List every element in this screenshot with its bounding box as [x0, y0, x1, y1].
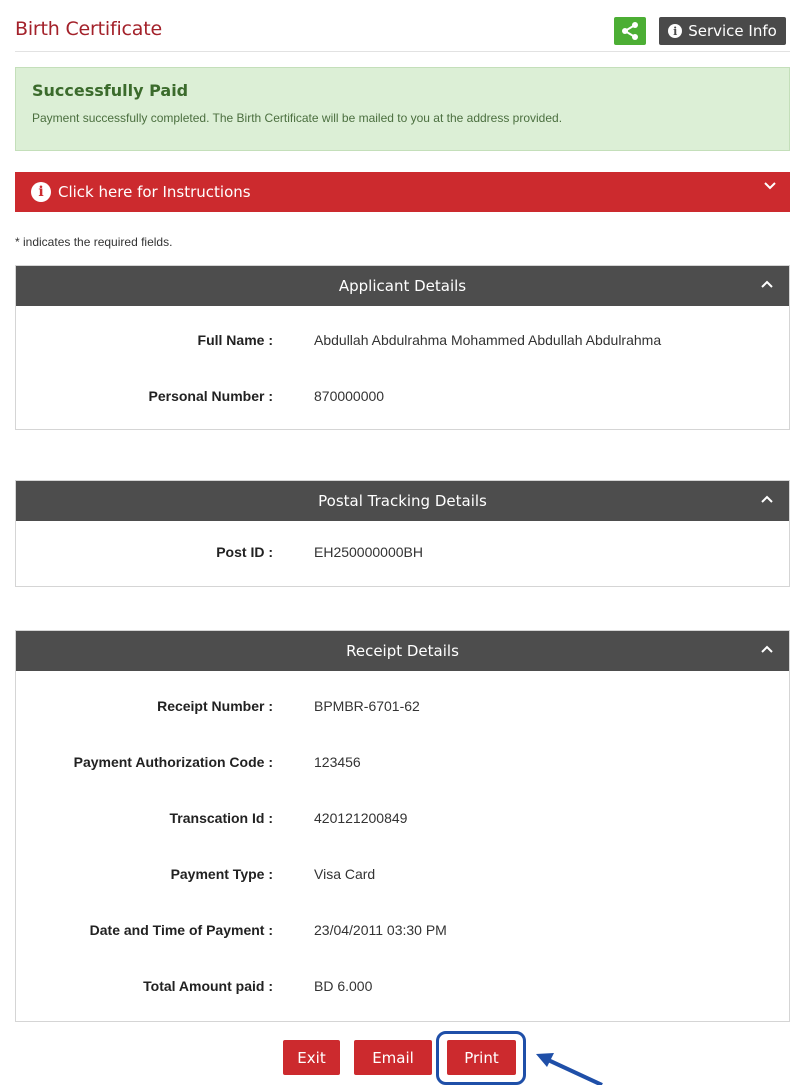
- detail-row-total-amount: Total Amount paid : BD 6.000: [16, 978, 789, 998]
- field-label: Post ID :: [216, 544, 273, 560]
- instructions-toggle[interactable]: i Click here for Instructions: [15, 172, 790, 212]
- field-label: Personal Number :: [148, 388, 273, 404]
- birth-certificate-page: Birth Certificate i Service Info Success…: [0, 0, 802, 1085]
- field-value: 870000000: [314, 388, 385, 404]
- exit-button[interactable]: Exit: [283, 1040, 340, 1075]
- field-label: Full Name :: [197, 332, 273, 348]
- panel-heading: Receipt Details: [346, 642, 459, 660]
- page-title: Birth Certificate: [15, 18, 162, 40]
- detail-row-post-id: Post ID : EH250000000BH: [16, 544, 789, 564]
- field-value: Visa Card: [314, 866, 376, 882]
- field-label: Transcation Id :: [169, 810, 273, 826]
- field-label: Payment Authorization Code :: [73, 754, 273, 770]
- service-info-label: Service Info: [688, 22, 777, 40]
- info-circle-icon: i: [31, 182, 51, 202]
- chevron-up-icon: [761, 277, 773, 293]
- instructions-label: Click here for Instructions: [58, 183, 251, 201]
- field-label: Date and Time of Payment :: [89, 922, 273, 938]
- pointer-arrow-icon: [536, 1053, 603, 1085]
- alert-message: Payment successfully completed. The Birt…: [32, 111, 563, 125]
- field-label: Receipt Number :: [157, 698, 273, 714]
- detail-row-full-name: Full Name : Abdullah Abdulrahma Mohammed…: [16, 332, 789, 352]
- receipt-details-panel: Receipt Details Receipt Number : BPMBR-6…: [15, 630, 790, 1022]
- field-value: 23/04/2011 03:30 PM: [314, 922, 447, 938]
- field-value: Abdullah Abdulrahma Mohammed Abdullah Ab…: [314, 332, 662, 348]
- email-button[interactable]: Email: [354, 1040, 432, 1075]
- detail-row-authorization-code: Payment Authorization Code : 123456: [16, 754, 789, 774]
- service-info-button[interactable]: i Service Info: [659, 17, 786, 45]
- share-button[interactable]: [614, 17, 646, 45]
- required-fields-note: * indicates the required fields.: [15, 235, 173, 249]
- share-icon: [622, 22, 638, 40]
- field-label: Payment Type :: [170, 866, 273, 882]
- field-value: BD 6.000: [314, 978, 373, 994]
- info-icon: i: [668, 24, 683, 38]
- field-value: BPMBR-6701-62: [314, 698, 420, 714]
- detail-row-payment-datetime: Date and Time of Payment : 23/04/2011 03…: [16, 922, 789, 942]
- postal-tracking-panel: Postal Tracking Details Post ID : EH2500…: [15, 480, 790, 587]
- chevron-down-icon: [764, 179, 776, 195]
- postal-tracking-header[interactable]: Postal Tracking Details: [16, 481, 789, 521]
- field-label: Total Amount paid :: [143, 978, 273, 994]
- chevron-up-icon: [761, 492, 773, 508]
- page-header: Birth Certificate i Service Info: [15, 12, 790, 52]
- field-value: 123456: [314, 754, 361, 770]
- field-value: EH250000000BH: [314, 544, 423, 560]
- panel-heading: Postal Tracking Details: [318, 492, 487, 510]
- detail-row-receipt-number: Receipt Number : BPMBR-6701-62: [16, 698, 789, 718]
- field-value: 420121200849: [314, 810, 408, 826]
- success-alert: Successfully Paid Payment successfully c…: [15, 67, 790, 151]
- detail-row-personal-number: Personal Number : 870000000: [16, 388, 789, 408]
- chevron-up-icon: [761, 642, 773, 658]
- print-highlight-box: [436, 1031, 526, 1085]
- panel-heading: Applicant Details: [338, 277, 467, 295]
- applicant-details-header[interactable]: Applicant Details: [16, 266, 789, 306]
- detail-row-payment-type: Payment Type : Visa Card: [16, 866, 789, 886]
- applicant-details-panel: Applicant Details Full Name : Abdullah A…: [15, 265, 790, 430]
- receipt-details-header[interactable]: Receipt Details: [16, 631, 789, 671]
- detail-row-transaction-id: Transcation Id : 420121200849: [16, 810, 789, 830]
- alert-title: Successfully Paid: [32, 81, 189, 100]
